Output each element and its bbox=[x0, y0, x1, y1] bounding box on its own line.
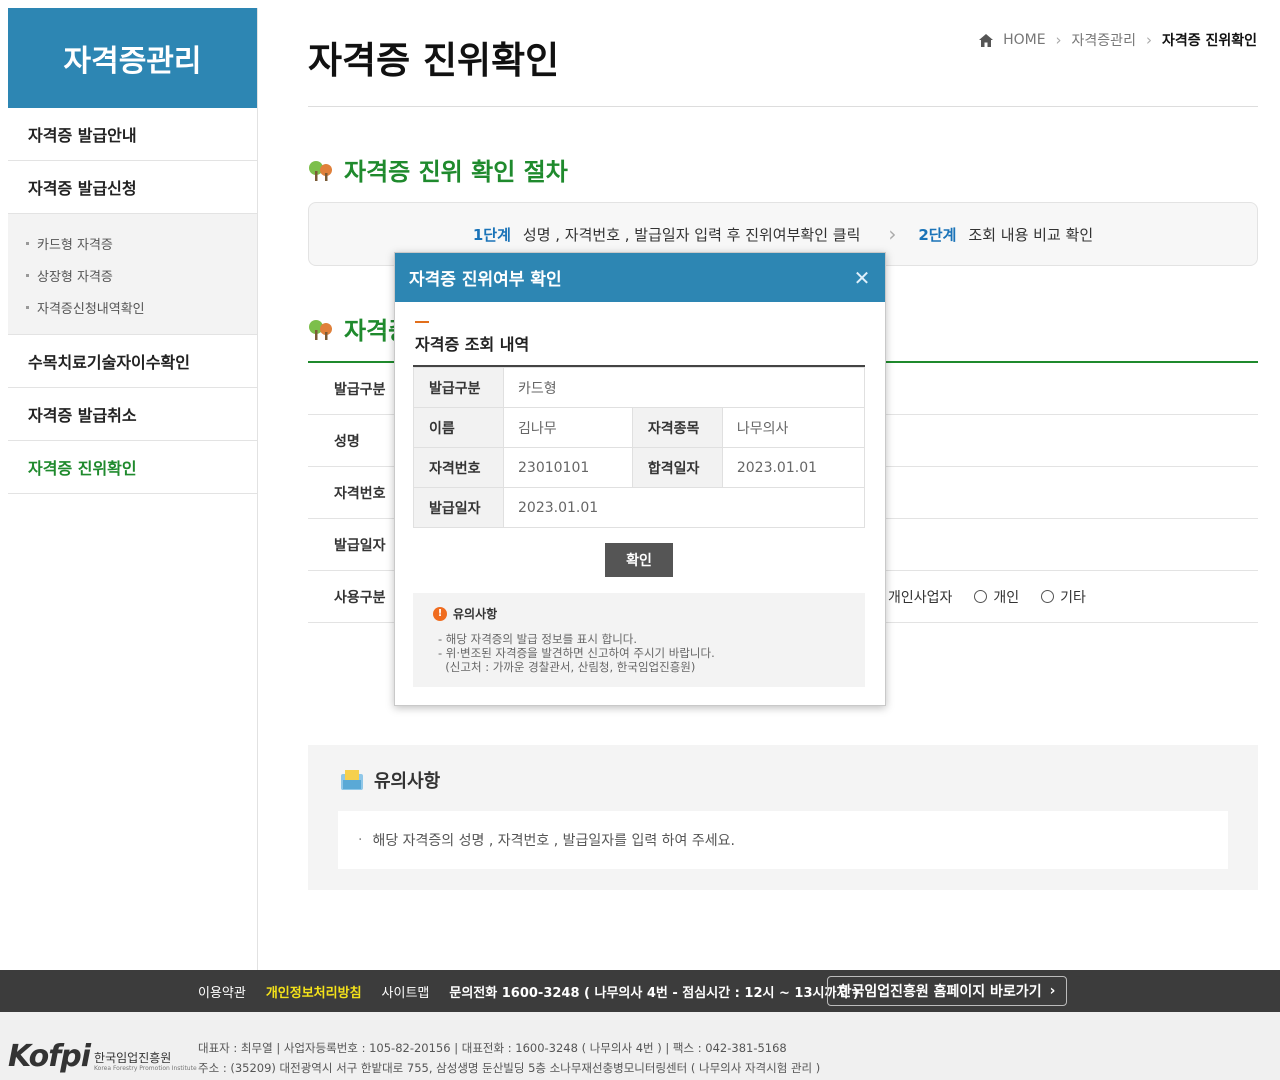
breadcrumb-current: 자격증 진위확인 bbox=[1161, 33, 1257, 49]
footer-link-sitemap[interactable]: 사이트맵 bbox=[382, 982, 430, 1001]
form-label-type: 발급구분 bbox=[334, 381, 386, 398]
close-icon[interactable]: ✕ bbox=[839, 253, 885, 302]
procedure-title-text: 자격증 진위 확인 절차 bbox=[344, 158, 568, 186]
sidebar-item-verify[interactable]: 자격증 진위확인 bbox=[8, 441, 257, 494]
step2-number: 2단계 bbox=[918, 225, 957, 244]
table-row: 이름 김나무 자격종목 나무의사 bbox=[413, 407, 866, 448]
page-title: 자격증 진위확인 bbox=[308, 39, 560, 82]
table-row: 발급구분 카드형 bbox=[413, 367, 865, 408]
sidebar-subitem-certificate[interactable]: 상장형 자격증 bbox=[26, 259, 257, 291]
modal-subtitle: 자격증 조회 내역 bbox=[415, 321, 529, 355]
sidebar-item-issue-guide[interactable]: 자격증 발급안내 bbox=[8, 108, 257, 161]
footer-info-line2: 주소 : (35209) 대전광역시 서구 한밭대로 755, 삼성생명 둔산빌… bbox=[198, 1061, 821, 1075]
notice-icon bbox=[341, 770, 363, 790]
modal-title: 자격증 진위여부 확인 bbox=[409, 270, 562, 290]
modal-notice-title: ! 유의사항 bbox=[433, 605, 865, 622]
step1-text: 성명 , 자격번호 , 발급일자 입력 후 진위여부확인 클릭 bbox=[522, 225, 861, 244]
cell-type-value: 카드형 bbox=[503, 367, 865, 408]
form-label-usage: 사용구분 bbox=[334, 589, 386, 606]
footer-phone: 문의전화 1600-3248 ( 나무의사 4번 - 점심시간 : 12시 ~ … bbox=[449, 985, 859, 1001]
cell-type-label: 발급구분 bbox=[413, 367, 504, 408]
radio-circle-icon bbox=[1041, 590, 1055, 603]
sidebar: 자격증관리 자격증 발급안내 자격증 발급신청 카드형 자격증 상장형 자격증 … bbox=[8, 8, 258, 970]
logo-mark: Kofpi bbox=[8, 1039, 91, 1074]
sidebar-subitem-card[interactable]: 카드형 자격증 bbox=[26, 227, 257, 259]
cell-name-value: 김나무 bbox=[503, 407, 633, 448]
logo-sub: Korea Forestry Promotion Institute bbox=[94, 1065, 197, 1072]
modal-header: 자격증 진위여부 확인 ✕ bbox=[395, 253, 885, 302]
form-label-number: 자격번호 bbox=[334, 485, 386, 502]
sidebar-item-issue-apply[interactable]: 자격증 발급신청 bbox=[8, 161, 257, 214]
footer-bar: 이용약관 개인정보처리방침 사이트맵 문의전화 1600-3248 ( 나무의사… bbox=[0, 970, 1280, 1012]
breadcrumb-home[interactable]: HOME bbox=[1003, 32, 1045, 48]
tree-icon bbox=[309, 160, 332, 181]
step2-text: 조회 내용 비교 확인 bbox=[968, 225, 1094, 244]
radio-personal-label: 개인 bbox=[993, 589, 1020, 606]
radio-personal[interactable]: 개인 bbox=[974, 587, 1019, 607]
sidebar-submenu: 카드형 자격증 상장형 자격증 자격증신청내역확인 bbox=[8, 214, 257, 335]
radio-business[interactable]: 개인사업자 bbox=[888, 587, 952, 607]
cell-name-label: 이름 bbox=[413, 407, 504, 448]
cell-category-value: 나무의사 bbox=[721, 407, 866, 448]
notice-section: 유의사항 · 해당 자격증의 성명 , 자격번호 , 발급일자를 입력 하여 주… bbox=[308, 745, 1258, 890]
notice-box: · 해당 자격증의 성명 , 자격번호 , 발급일자를 입력 하여 주세요. bbox=[338, 811, 1228, 869]
cell-category-label: 자격종목 bbox=[631, 407, 723, 448]
usage-radio-group: 개인사업자 개인 기타 bbox=[888, 587, 1086, 607]
form-label-date: 발급일자 bbox=[334, 537, 386, 554]
footer-link-terms[interactable]: 이용약관 bbox=[198, 982, 246, 1001]
logo-name: 한국임업진흥원 bbox=[94, 1051, 172, 1065]
cell-number-value: 23010101 bbox=[503, 447, 633, 488]
chevron-right-icon: › bbox=[888, 222, 897, 246]
tree-icon bbox=[309, 319, 332, 340]
sidebar-subitem-history[interactable]: 자격증신청내역확인 bbox=[26, 291, 257, 323]
modal-notice: ! 유의사항 - 해당 자격증의 발급 정보를 표시 합니다. - 위·변조된 … bbox=[413, 593, 865, 687]
modal-notice-title-text: 유의사항 bbox=[453, 607, 498, 621]
homepage-link-button[interactable]: 한국임업진흥원 홈페이지 바로가기 › bbox=[827, 976, 1067, 1006]
chevron-right-icon: › bbox=[1145, 31, 1152, 49]
modal-notice-line: (신고처 : 가까운 경찰관서, 산림청, 한국임업진흥원) bbox=[438, 660, 696, 674]
notice-text: 해당 자격증의 성명 , 자격번호 , 발급일자를 입력 하여 주세요. bbox=[372, 833, 735, 849]
home-icon bbox=[979, 33, 994, 47]
header-divider bbox=[308, 106, 1258, 107]
sidebar-title: 자격증관리 bbox=[8, 8, 257, 108]
cell-pass-value: 2023.01.01 bbox=[721, 447, 866, 488]
breadcrumb-category[interactable]: 자격증관리 bbox=[1072, 30, 1136, 50]
bullet-icon: · bbox=[358, 832, 363, 848]
chevron-right-icon: › bbox=[1049, 983, 1056, 999]
notice-title: 유의사항 bbox=[340, 767, 440, 793]
radio-other[interactable]: 기타 bbox=[1041, 587, 1086, 607]
radio-circle-icon bbox=[974, 590, 988, 603]
sidebar-item-tree-doctor[interactable]: 수목치료기술자이수확인 bbox=[8, 335, 257, 388]
radio-other-label: 기타 bbox=[1060, 589, 1086, 606]
cell-pass-label: 합격일자 bbox=[631, 447, 723, 488]
result-table: 발급구분 카드형 이름 김나무 자격종목 나무의사 자격번호 23010101 … bbox=[413, 367, 866, 528]
modal-subtitle-text: 자격증 조회 내역 bbox=[415, 335, 530, 354]
table-row: 발급일자 2023.01.01 bbox=[413, 487, 865, 528]
chevron-right-icon: › bbox=[1055, 31, 1062, 49]
warning-icon: ! bbox=[433, 606, 447, 621]
homepage-link-label: 한국임업진흥원 홈페이지 바로가기 bbox=[838, 984, 1042, 1000]
modal-notice-lines: - 해당 자격증의 발급 정보를 표시 합니다. - 위·변조된 자격증을 발견… bbox=[433, 632, 865, 674]
form-label-name: 성명 bbox=[334, 433, 360, 450]
cell-issue-value: 2023.01.01 bbox=[503, 487, 865, 528]
radio-business-label: 개인사업자 bbox=[888, 589, 953, 606]
notice-title-text: 유의사항 bbox=[374, 771, 441, 792]
accent-bar bbox=[415, 321, 429, 323]
modal-notice-line: - 위·변조된 자격증을 발견하면 신고하여 주시기 바랍니다. bbox=[438, 646, 715, 660]
breadcrumb: HOME › 자격증관리 › 자격증 진위확인 bbox=[979, 30, 1257, 50]
step1-number: 1단계 bbox=[472, 225, 511, 244]
sidebar-item-cancel[interactable]: 자격증 발급취소 bbox=[8, 388, 257, 441]
verify-result-modal: 자격증 진위여부 확인 ✕ 자격증 조회 내역 발급구분 카드형 이름 김나무 … bbox=[394, 252, 886, 706]
footer-info-line1: 대표자 : 최무열 | 사업자등록번호 : 105-82-20156 | 대표전… bbox=[198, 1041, 787, 1055]
cell-issue-label: 발급일자 bbox=[413, 487, 504, 528]
modal-notice-line: - 해당 자격증의 발급 정보를 표시 합니다. bbox=[438, 632, 638, 646]
table-row: 자격번호 23010101 합격일자 2023.01.01 bbox=[413, 447, 866, 488]
footer-link-privacy[interactable]: 개인정보처리방침 bbox=[266, 982, 362, 1001]
confirm-button[interactable]: 확인 bbox=[605, 543, 673, 577]
logo: Kofpi 한국임업진흥원 Korea Forestry Promotion I… bbox=[8, 1039, 197, 1074]
footer-info: Kofpi 한국임업진흥원 Korea Forestry Promotion I… bbox=[0, 1012, 1280, 1080]
procedure-section-title: 자격증 진위 확인 절차 bbox=[308, 152, 568, 187]
cell-number-label: 자격번호 bbox=[413, 447, 504, 488]
